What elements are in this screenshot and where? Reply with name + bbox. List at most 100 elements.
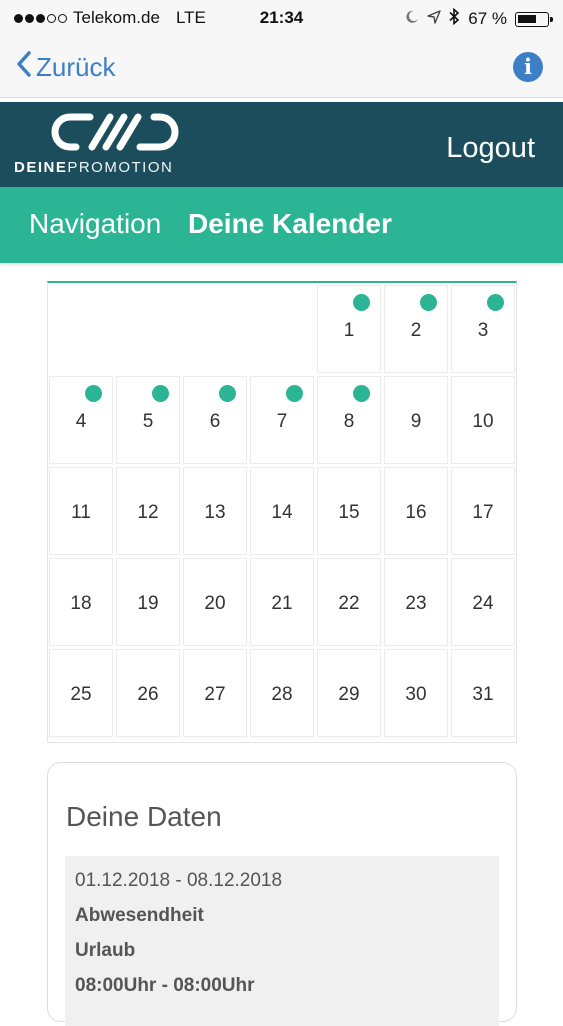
deine-daten-card: Deine Daten 01.12.2018 - 08.12.2018 Abwe… <box>47 762 517 1026</box>
deinepromotion-logo: DEINEPROMOTION <box>14 110 214 176</box>
carrier-name: Telekom.de <box>73 8 160 27</box>
calendar-day-number: 13 <box>204 502 226 523</box>
sub-header: Navigation Deine Kalender <box>0 187 563 263</box>
network-type: LTE <box>175 8 206 27</box>
calendar-day[interactable]: 20 <box>183 558 247 646</box>
calendar-day[interactable]: 9 <box>384 376 448 464</box>
card-title: Deine Daten <box>66 801 222 832</box>
calendar-day[interactable]: 30 <box>384 649 448 737</box>
signal-strength-icon <box>14 13 67 23</box>
calendar-day-number: 28 <box>271 684 293 705</box>
calendar-day-number: 11 <box>71 502 91 523</box>
status-right: 67 % <box>405 7 553 30</box>
calendar-day[interactable]: 14 <box>250 467 314 555</box>
logo-text-bold: DEINE <box>14 159 68 176</box>
calendar-day-number: 1 <box>343 320 355 341</box>
calendar-day[interactable]: 28 <box>250 649 314 737</box>
status-bar: Telekom.de LTE 21:34 67 % <box>0 0 563 36</box>
calendar-day-number: 2 <box>410 320 422 341</box>
calendar-day-number: 24 <box>472 593 494 614</box>
data-entry[interactable]: 01.12.2018 - 08.12.2018 Abwesendheit Url… <box>65 856 499 1026</box>
calendar-day[interactable]: 3 <box>451 285 515 373</box>
event-indicator-dot <box>353 294 370 311</box>
calendar-day[interactable]: 4 <box>49 376 113 464</box>
calendar-day[interactable]: 5 <box>116 376 180 464</box>
calendar-day-number: 22 <box>338 593 360 614</box>
calendar-day[interactable]: 18 <box>49 558 113 646</box>
logo-text: DEINEPROMOTION <box>14 159 173 176</box>
calendar-day-number: 12 <box>137 502 159 523</box>
calendar-day[interactable]: 1 <box>317 285 381 373</box>
calendar-day-number: 15 <box>338 502 360 523</box>
location-arrow-icon <box>427 9 441 29</box>
chevron-left-icon <box>16 50 32 85</box>
calendar-day[interactable]: 26 <box>116 649 180 737</box>
event-indicator-dot <box>85 385 102 402</box>
app-header: DEINEPROMOTION Logout <box>0 102 563 187</box>
calendar-day-number: 18 <box>70 593 92 614</box>
calendar-month-grid: 1 2 3 4 5 6 7 8 9 10 11 12 13 14 15 16 17 18 19 20 21 22 23 24 2… <box>47 281 517 743</box>
event-indicator-dot <box>286 385 303 402</box>
calendar-day[interactable]: 25 <box>49 649 113 737</box>
event-indicator-dot <box>152 385 169 402</box>
event-indicator-dot <box>420 294 437 311</box>
battery-percent: 67 % <box>468 9 507 28</box>
calendar-day[interactable]: 10 <box>451 376 515 464</box>
navigation-bar: Zurück i <box>0 36 563 98</box>
page-title: Deine Kalender <box>188 208 392 239</box>
battery-icon <box>515 11 553 27</box>
calendar-day[interactable]: 19 <box>116 558 180 646</box>
calendar-day[interactable]: 23 <box>384 558 448 646</box>
calendar-day-number: 27 <box>204 684 226 705</box>
entry-type: Abwesendheit <box>75 905 204 926</box>
calendar-day-number: 14 <box>271 502 293 523</box>
bluetooth-icon <box>449 7 460 30</box>
calendar-day[interactable]: 21 <box>250 558 314 646</box>
calendar-day-number: 16 <box>405 502 427 523</box>
calendar-day-number: 6 <box>209 411 221 432</box>
calendar-day[interactable]: 16 <box>384 467 448 555</box>
back-button[interactable]: Zurück <box>16 50 115 85</box>
calendar-day[interactable]: 29 <box>317 649 381 737</box>
calendar-day[interactable]: 22 <box>317 558 381 646</box>
status-left: Telekom.de LTE <box>14 8 206 28</box>
calendar-day-number: 10 <box>472 411 494 432</box>
calendar-day[interactable]: 12 <box>116 467 180 555</box>
calendar-day[interactable]: 15 <box>317 467 381 555</box>
calendar-day-number: 23 <box>405 593 427 614</box>
logo-text-light: PROMOTION <box>67 159 174 176</box>
calendar-day[interactable]: 7 <box>250 376 314 464</box>
calendar-day[interactable]: 8 <box>317 376 381 464</box>
calendar-day-number: 21 <box>271 593 293 614</box>
calendar-day-number: 31 <box>472 684 494 705</box>
calendar-day[interactable]: 27 <box>183 649 247 737</box>
event-indicator-dot <box>353 385 370 402</box>
calendar-day[interactable]: 2 <box>384 285 448 373</box>
info-icon[interactable]: i <box>513 52 543 82</box>
entry-date-range: 01.12.2018 - 08.12.2018 <box>75 870 283 891</box>
calendar-day-number: 3 <box>477 320 489 341</box>
calendar-day-number: 8 <box>343 411 355 432</box>
calendar-day[interactable]: 11 <box>49 467 113 555</box>
event-indicator-dot <box>219 385 236 402</box>
calendar-day[interactable]: 17 <box>451 467 515 555</box>
logout-button[interactable]: Logout <box>446 132 535 165</box>
navigation-link[interactable]: Navigation <box>29 208 161 240</box>
calendar-day-number: 17 <box>472 502 494 523</box>
calendar-day[interactable]: 31 <box>451 649 515 737</box>
logo-mark-icon <box>51 113 179 151</box>
calendar-day-number: 20 <box>204 593 226 614</box>
calendar-day[interactable]: 24 <box>451 558 515 646</box>
calendar-day[interactable]: 13 <box>183 467 247 555</box>
back-label: Zurück <box>36 52 116 82</box>
calendar-day[interactable]: 6 <box>183 376 247 464</box>
calendar-day-number: 7 <box>276 411 288 432</box>
calendar-day-number: 19 <box>137 593 159 614</box>
calendar-day-number: 4 <box>75 411 87 432</box>
calendar-day-number: 26 <box>137 684 159 705</box>
calendar-day-number: 5 <box>142 411 154 432</box>
calendar-day-number: 29 <box>338 684 360 705</box>
calendar-day-number: 9 <box>410 411 422 432</box>
moon-icon <box>405 9 419 29</box>
event-indicator-dot <box>487 294 504 311</box>
